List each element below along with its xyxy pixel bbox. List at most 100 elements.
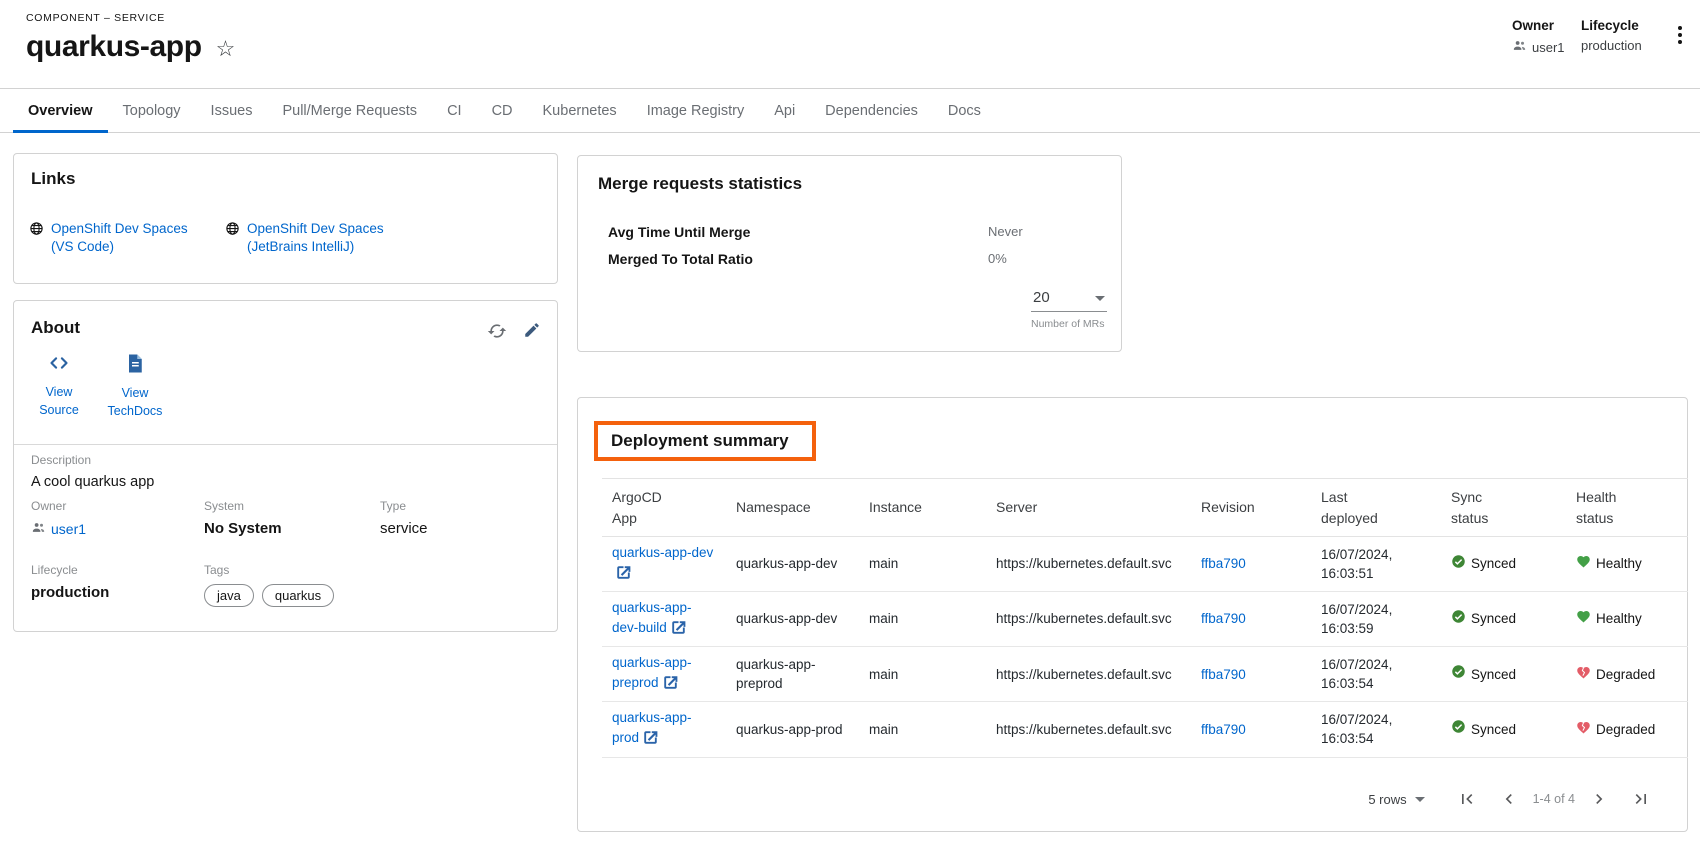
lifecycle-label: Lifecycle: [31, 563, 109, 577]
tab-pull-merge-requests[interactable]: Pull/Merge Requests: [267, 89, 432, 132]
entity-tabbar: Overview Topology Issues Pull/Merge Requ…: [0, 89, 1700, 133]
synced-check-icon: [1451, 719, 1466, 740]
lifecycle-field: Lifecycle production: [31, 563, 109, 601]
external-link-icon[interactable]: [663, 678, 678, 693]
revision-link[interactable]: ffba790: [1201, 611, 1246, 626]
first-page-button[interactable]: [1453, 785, 1481, 813]
entity-kind-label: COMPONENT – SERVICE: [26, 12, 165, 24]
prev-page-button[interactable]: [1495, 785, 1523, 813]
view-source-label[interactable]: View Source: [28, 384, 90, 419]
description-field: Description A cool quarkus app: [31, 453, 154, 490]
number-of-mrs-select[interactable]: 20: [1031, 284, 1107, 312]
col-last-deployed: Last deployed: [1321, 487, 1393, 529]
edit-icon[interactable]: [523, 321, 541, 346]
table-row: quarkus-app-dev-build quarkus-app-dev ma…: [602, 592, 1688, 647]
view-source-button[interactable]: View Source: [28, 353, 90, 420]
tab-api[interactable]: Api: [759, 89, 810, 132]
tab-docs[interactable]: Docs: [933, 89, 996, 132]
owner-link[interactable]: user1: [31, 520, 86, 538]
tab-issues[interactable]: Issues: [196, 89, 268, 132]
mr-stat-row: Merged To Total Ratio 0%: [608, 251, 1098, 267]
sync-status-text: Synced: [1471, 665, 1516, 685]
chevron-down-icon[interactable]: [1415, 797, 1425, 802]
next-page-button[interactable]: [1585, 785, 1613, 813]
server-cell: https://kubernetes.default.svc: [986, 537, 1191, 592]
mr-stats-title: Merge requests statistics: [598, 174, 802, 194]
link-openshift-devspaces-vscode[interactable]: OpenShift Dev Spaces (VS Code): [29, 220, 201, 255]
link-label[interactable]: OpenShift Dev Spaces (VS Code): [51, 220, 201, 255]
tab-cd[interactable]: CD: [477, 89, 528, 132]
view-techdocs-button[interactable]: View TechDocs: [104, 353, 166, 420]
tab-topology[interactable]: Topology: [108, 89, 196, 132]
tab-overview[interactable]: Overview: [13, 89, 108, 132]
tag-chip-quarkus[interactable]: quarkus: [262, 584, 334, 607]
owner-value[interactable]: user1: [51, 521, 86, 537]
links-card: Links OpenShift Dev Spaces (VS Code) Ope…: [13, 153, 558, 284]
external-link-icon[interactable]: [671, 623, 686, 638]
namespace-cell: quarkus-app-dev: [726, 537, 859, 592]
argocd-app-link[interactable]: quarkus-app-preprod: [612, 655, 692, 690]
instance-cell: main: [859, 537, 986, 592]
select-value[interactable]: 20: [1033, 289, 1050, 306]
owner-meta: Owner user1: [1512, 18, 1565, 56]
external-link-icon[interactable]: [616, 568, 631, 583]
system-value: No System: [204, 520, 282, 537]
degraded-broken-heart-icon: [1576, 665, 1591, 685]
favorite-star-icon[interactable]: ☆: [216, 38, 236, 60]
rows-per-page-select[interactable]: 5 rows: [1368, 792, 1406, 807]
page-title: quarkus-app: [26, 30, 202, 64]
external-link-icon[interactable]: [643, 733, 658, 748]
lifecycle-value: production: [1581, 38, 1642, 53]
tag-chip-java[interactable]: java: [204, 584, 254, 607]
tab-kubernetes[interactable]: Kubernetes: [528, 89, 632, 132]
link-label[interactable]: OpenShift Dev Spaces (JetBrains IntelliJ…: [247, 220, 397, 255]
kebab-menu-icon[interactable]: [1672, 24, 1688, 51]
col-argocd-app: ArgoCD App: [612, 487, 684, 529]
deployment-summary-title: Deployment summary: [611, 431, 789, 451]
sync-status-text: Synced: [1471, 720, 1516, 740]
globe-icon: [29, 220, 44, 255]
revision-link[interactable]: ffba790: [1201, 556, 1246, 571]
server-cell: https://kubernetes.default.svc: [986, 702, 1191, 757]
highlight-box: Deployment summary: [594, 421, 816, 461]
last-deployed-cell: 16/07/2024, 16:03:54: [1311, 702, 1441, 757]
synced-check-icon: [1451, 664, 1466, 685]
globe-icon: [225, 220, 240, 255]
argocd-app-link[interactable]: quarkus-app-dev: [612, 545, 713, 560]
link-openshift-devspaces-intellij[interactable]: OpenShift Dev Spaces (JetBrains IntelliJ…: [225, 220, 397, 255]
deployment-summary-card: Deployment summary ArgoCD App Namespace …: [577, 397, 1688, 832]
server-cell: https://kubernetes.default.svc: [986, 592, 1191, 647]
namespace-cell: quarkus-app-preprod: [726, 647, 859, 702]
tab-ci[interactable]: CI: [432, 89, 477, 132]
col-health-status: Health status: [1576, 487, 1648, 529]
synced-check-icon: [1451, 554, 1466, 575]
synced-check-icon: [1451, 609, 1466, 630]
health-status-text: Degraded: [1596, 665, 1655, 685]
view-techdocs-label[interactable]: View TechDocs: [104, 385, 166, 420]
instance-cell: main: [859, 647, 986, 702]
revision-link[interactable]: ffba790: [1201, 722, 1246, 737]
sync-status-text: Synced: [1471, 554, 1516, 574]
component-page: COMPONENT – SERVICE quarkus-app ☆ Owner …: [0, 0, 1700, 846]
last-page-button[interactable]: [1627, 785, 1655, 813]
owner-field: Owner user1: [31, 499, 86, 540]
healthy-heart-icon: [1576, 609, 1591, 629]
lifecycle-value: production: [31, 584, 109, 601]
degraded-broken-heart-icon: [1576, 720, 1591, 740]
server-cell: https://kubernetes.default.svc: [986, 647, 1191, 702]
mr-stat-label: Merged To Total Ratio: [608, 251, 988, 267]
col-sync-status: Sync status: [1451, 487, 1523, 529]
table-header-row: ArgoCD App Namespace Instance Server Rev…: [602, 479, 1688, 537]
col-revision: Revision: [1201, 497, 1255, 518]
revision-link[interactable]: ffba790: [1201, 667, 1246, 682]
description-value: A cool quarkus app: [31, 474, 154, 490]
lifecycle-meta: Lifecycle production: [1581, 18, 1642, 53]
tab-image-registry[interactable]: Image Registry: [632, 89, 760, 132]
tab-dependencies[interactable]: Dependencies: [810, 89, 933, 132]
owner-value[interactable]: user1: [1532, 40, 1565, 55]
refresh-icon[interactable]: [487, 321, 507, 346]
description-label: Description: [31, 453, 154, 467]
mr-stat-value: 0%: [988, 251, 1007, 267]
links-card-title: Links: [31, 169, 75, 189]
namespace-cell: quarkus-app-prod: [726, 702, 859, 757]
